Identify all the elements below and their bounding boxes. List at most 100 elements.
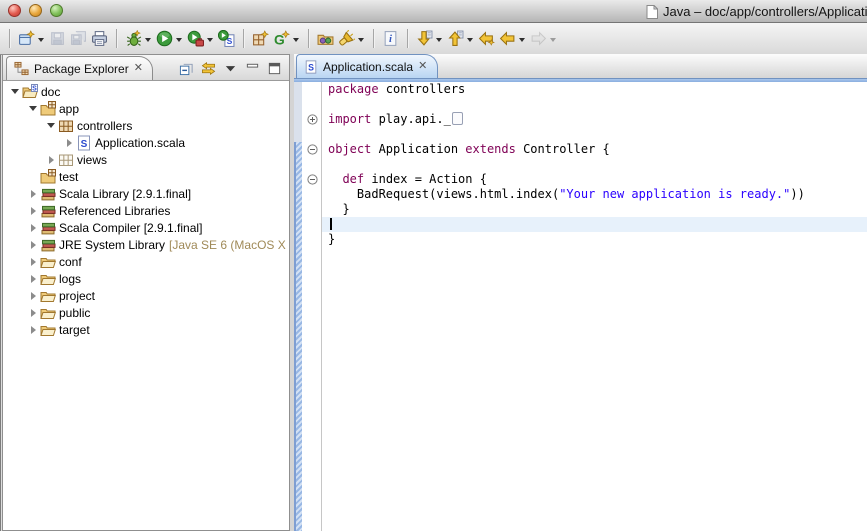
tree-item-project[interactable]: project (3, 287, 289, 304)
code-line[interactable]: def index = Action { (302, 172, 867, 187)
tree-item-label: Application.scala (95, 136, 185, 150)
maximize-view-button[interactable] (267, 61, 282, 76)
dropdown-arrow-icon[interactable] (519, 38, 525, 42)
back-button[interactable] (497, 26, 528, 51)
expand-arrow-icon[interactable] (8, 89, 22, 94)
editor-area: S Application.scala ✕ package controller… (294, 54, 867, 531)
expand-arrow-icon[interactable] (26, 224, 40, 232)
tree-item-views[interactable]: views (3, 151, 289, 168)
tree-item-scala-library-2-9-1-final[interactable]: Scala Library [2.9.1.final] (3, 185, 289, 202)
dropdown-arrow-icon[interactable] (176, 38, 182, 42)
debug-icon (125, 30, 142, 47)
expand-arrow-icon[interactable] (26, 309, 40, 317)
run-history-button[interactable] (185, 26, 216, 51)
tree-item-test[interactable]: test (3, 168, 289, 185)
next-annotation-button[interactable] (414, 26, 445, 51)
new-package-wizard-button[interactable] (250, 26, 271, 51)
code-line[interactable]: } (302, 202, 867, 217)
dropdown-arrow-icon[interactable] (467, 38, 473, 42)
link-with-editor-icon (201, 61, 216, 76)
expand-arrow-icon[interactable] (26, 292, 40, 300)
expand-arrow-icon[interactable] (26, 326, 40, 334)
folded-region-box[interactable] (452, 112, 463, 125)
new-wizard-g-button[interactable]: G (271, 26, 302, 51)
dropdown-arrow-icon[interactable] (550, 38, 556, 42)
dropdown-arrow-icon[interactable] (207, 38, 213, 42)
minimize-view-button[interactable] (245, 61, 260, 76)
tree-item-application-scala[interactable]: SApplication.scala (3, 134, 289, 151)
code-line[interactable] (302, 127, 867, 142)
close-window-button[interactable] (8, 4, 21, 17)
last-edit-location-button[interactable] (476, 26, 497, 51)
dropdown-arrow-icon[interactable] (293, 38, 299, 42)
folder-icon (40, 322, 56, 338)
new-wizard-icon (18, 30, 35, 47)
run-button[interactable] (154, 26, 185, 51)
fold-ruler-cell (302, 187, 322, 202)
code-line-text (322, 97, 867, 112)
minimize-view-icon (245, 61, 260, 76)
expand-arrow-icon[interactable] (26, 241, 40, 249)
expand-arrow-icon[interactable] (26, 207, 40, 215)
toggle-mark-occurrences-button[interactable]: i (380, 26, 401, 51)
dropdown-arrow-icon[interactable] (358, 38, 364, 42)
run-scala-application-button[interactable]: S (216, 26, 237, 51)
tree-item-label: app (59, 102, 79, 116)
save-icon (49, 30, 66, 47)
tree-item-app[interactable]: app (3, 100, 289, 117)
view-menu-button[interactable] (223, 61, 238, 76)
expand-arrow-icon[interactable] (26, 106, 40, 111)
close-tab-icon[interactable]: ✕ (418, 61, 427, 72)
new-wizard-button[interactable] (16, 26, 47, 51)
print-button[interactable] (89, 26, 110, 51)
link-with-editor-button[interactable] (201, 61, 216, 76)
code-editor[interactable]: package controllers import play.api._obje… (294, 82, 867, 531)
dropdown-arrow-icon[interactable] (145, 38, 151, 42)
debug-button[interactable] (123, 26, 154, 51)
tree-item-doc[interactable]: Sdoc (3, 83, 289, 100)
expand-arrow-icon[interactable] (26, 258, 40, 266)
package-explorer-tab-label: Package Explorer (34, 62, 129, 76)
tree-item-controllers[interactable]: controllers (3, 117, 289, 134)
fold-marker-icon[interactable] (302, 112, 322, 127)
minimize-window-button[interactable] (29, 4, 42, 17)
scala-file-icon: S (76, 135, 92, 151)
fold-marker-icon[interactable] (302, 172, 322, 187)
tree-item-scala-compiler-2-9-1-final[interactable]: Scala Compiler [2.9.1.final] (3, 219, 289, 236)
tree-item-target[interactable]: target (3, 321, 289, 338)
tree-item-jre-system-library[interactable]: JRE System Library[Java SE 6 (MacOS X De… (3, 236, 289, 253)
tree-item-logs[interactable]: logs (3, 270, 289, 287)
code-line[interactable]: } (302, 232, 867, 247)
tree-item-public[interactable]: public (3, 304, 289, 321)
open-plugin-artifact-button[interactable] (315, 26, 336, 51)
fold-marker-icon[interactable] (302, 142, 322, 157)
code-line[interactable] (302, 157, 867, 172)
code-line-text: import play.api._ (322, 112, 867, 127)
tab-application-scala[interactable]: S Application.scala ✕ (296, 54, 438, 78)
annotation-ruler[interactable] (294, 82, 302, 531)
collapse-all-button[interactable] (179, 61, 194, 76)
tree-item-conf[interactable]: conf (3, 253, 289, 270)
previous-annotation-button[interactable] (445, 26, 476, 51)
expand-arrow-icon[interactable] (26, 190, 40, 198)
expand-arrow-icon[interactable] (62, 139, 76, 147)
tab-package-explorer[interactable]: Package Explorer ✕ (6, 56, 153, 80)
expand-arrow-icon[interactable] (26, 275, 40, 283)
dropdown-arrow-icon[interactable] (436, 38, 442, 42)
tree-item-label: target (59, 323, 90, 337)
close-view-icon[interactable]: ✕ (134, 63, 143, 74)
code-line[interactable] (302, 217, 867, 232)
code-line[interactable]: object Application extends Controller { (302, 142, 867, 157)
tree-item-label: public (59, 306, 90, 320)
run-scala-application-icon: S (218, 30, 235, 47)
zoom-window-button[interactable] (50, 4, 63, 17)
expand-arrow-icon[interactable] (44, 123, 58, 128)
expand-arrow-icon[interactable] (44, 156, 58, 164)
code-line[interactable]: package controllers (302, 82, 867, 97)
search-button[interactable] (336, 26, 367, 51)
code-line[interactable] (302, 97, 867, 112)
dropdown-arrow-icon[interactable] (38, 38, 44, 42)
tree-item-referenced-libraries[interactable]: Referenced Libraries (3, 202, 289, 219)
code-line[interactable]: import play.api._ (302, 112, 867, 127)
code-line[interactable]: BadRequest(views.html.index("Your new ap… (302, 187, 867, 202)
